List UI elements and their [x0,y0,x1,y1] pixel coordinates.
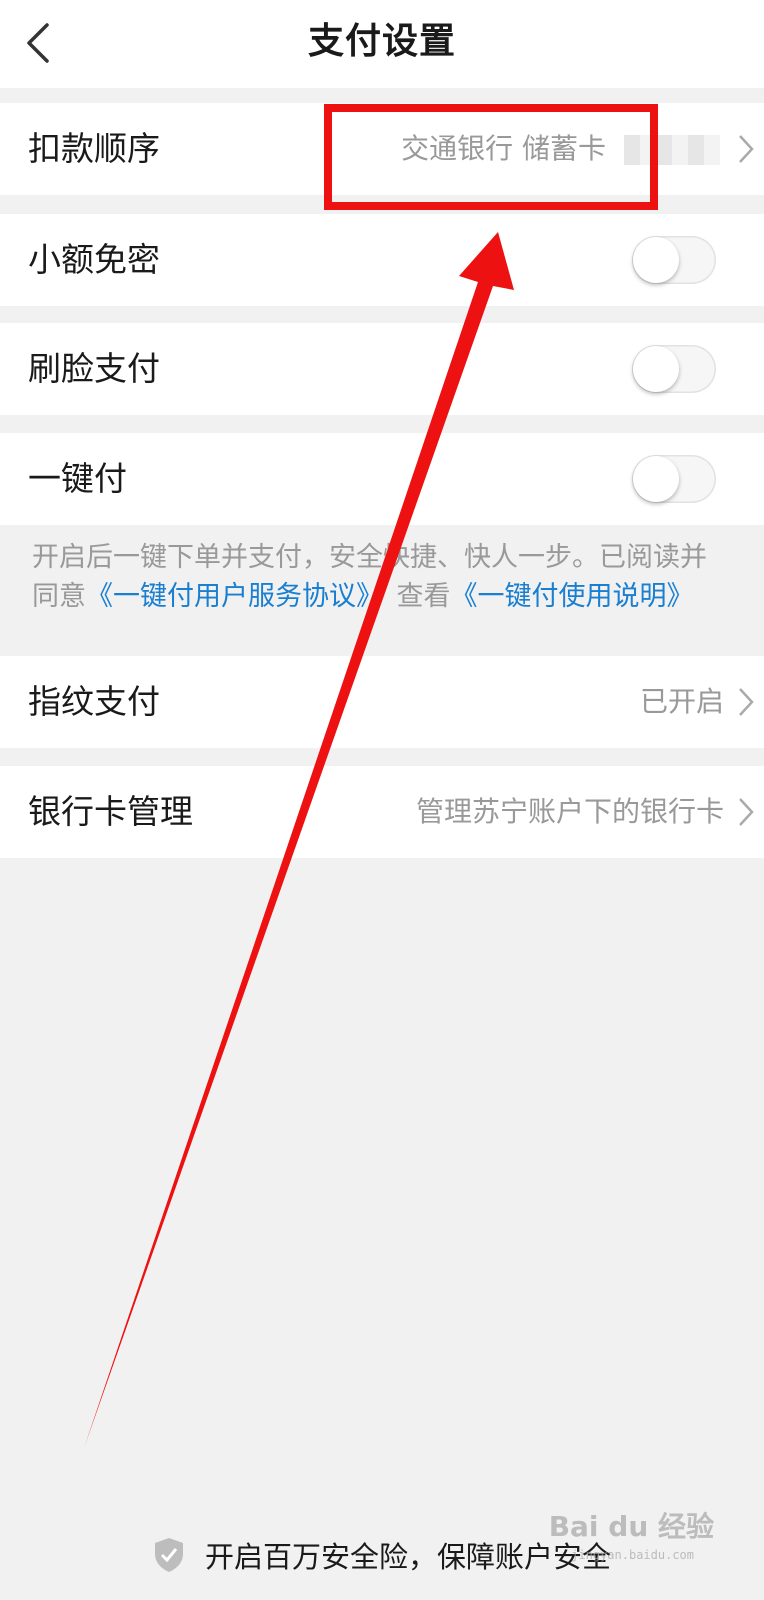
small-password-free-row: 小额免密 [0,214,764,306]
face-pay-row: 刷脸支付 [0,323,764,415]
chevron-right-icon [739,688,754,716]
nav-bar: 支付设置 [0,0,764,88]
masked-card-number [624,135,720,165]
face-pay-label: 刷脸支付 [28,349,160,388]
deduction-order-row[interactable]: 扣款顺序 交通银行 储蓄卡 [0,103,764,195]
note-text-middle: ，查看 [369,581,451,612]
toggle-knob [633,456,679,502]
chevron-right-icon [739,798,754,826]
one-click-pay-label: 一键付 [28,459,127,498]
small-password-free-label: 小额免密 [28,240,160,279]
one-click-pay-toggle[interactable] [632,455,716,503]
default-card-text: 交通银行 储蓄卡 [401,132,606,165]
face-pay-toggle[interactable] [632,345,716,393]
watermark-brand: Bai du 经验 [548,1510,714,1543]
one-click-pay-note: 开启后一键下单并支付，安全快捷、快人一步。已阅读并同意《一键付用户服务协议》，查… [32,538,732,616]
deduction-order-label: 扣款顺序 [28,129,160,168]
bank-card-manage-row[interactable]: 银行卡管理 管理苏宁账户下的银行卡 [0,766,764,858]
page-title: 支付设置 [307,21,456,62]
bank-card-manage-label: 银行卡管理 [28,792,193,831]
toggle-knob [633,237,679,283]
toggle-knob [633,346,679,392]
small-password-free-toggle[interactable] [632,236,716,284]
fingerprint-pay-label: 指纹支付 [28,682,160,721]
shield-check-icon [154,1538,183,1572]
agreement-link[interactable]: 《一键付用户服务协议》 [86,581,370,612]
deduction-order-value: 交通银行 储蓄卡 [401,103,724,195]
one-click-pay-row: 一键付 [0,433,764,525]
chevron-right-icon [739,135,754,163]
bank-card-manage-hint: 管理苏宁账户下的银行卡 [415,795,724,828]
watermark-url: jingyan.baidu.com [571,1548,694,1562]
fingerprint-pay-status: 已开启 [639,685,724,718]
guide-link[interactable]: 《一键付使用说明》 [451,581,694,612]
fingerprint-pay-row[interactable]: 指纹支付 已开启 [0,656,764,748]
